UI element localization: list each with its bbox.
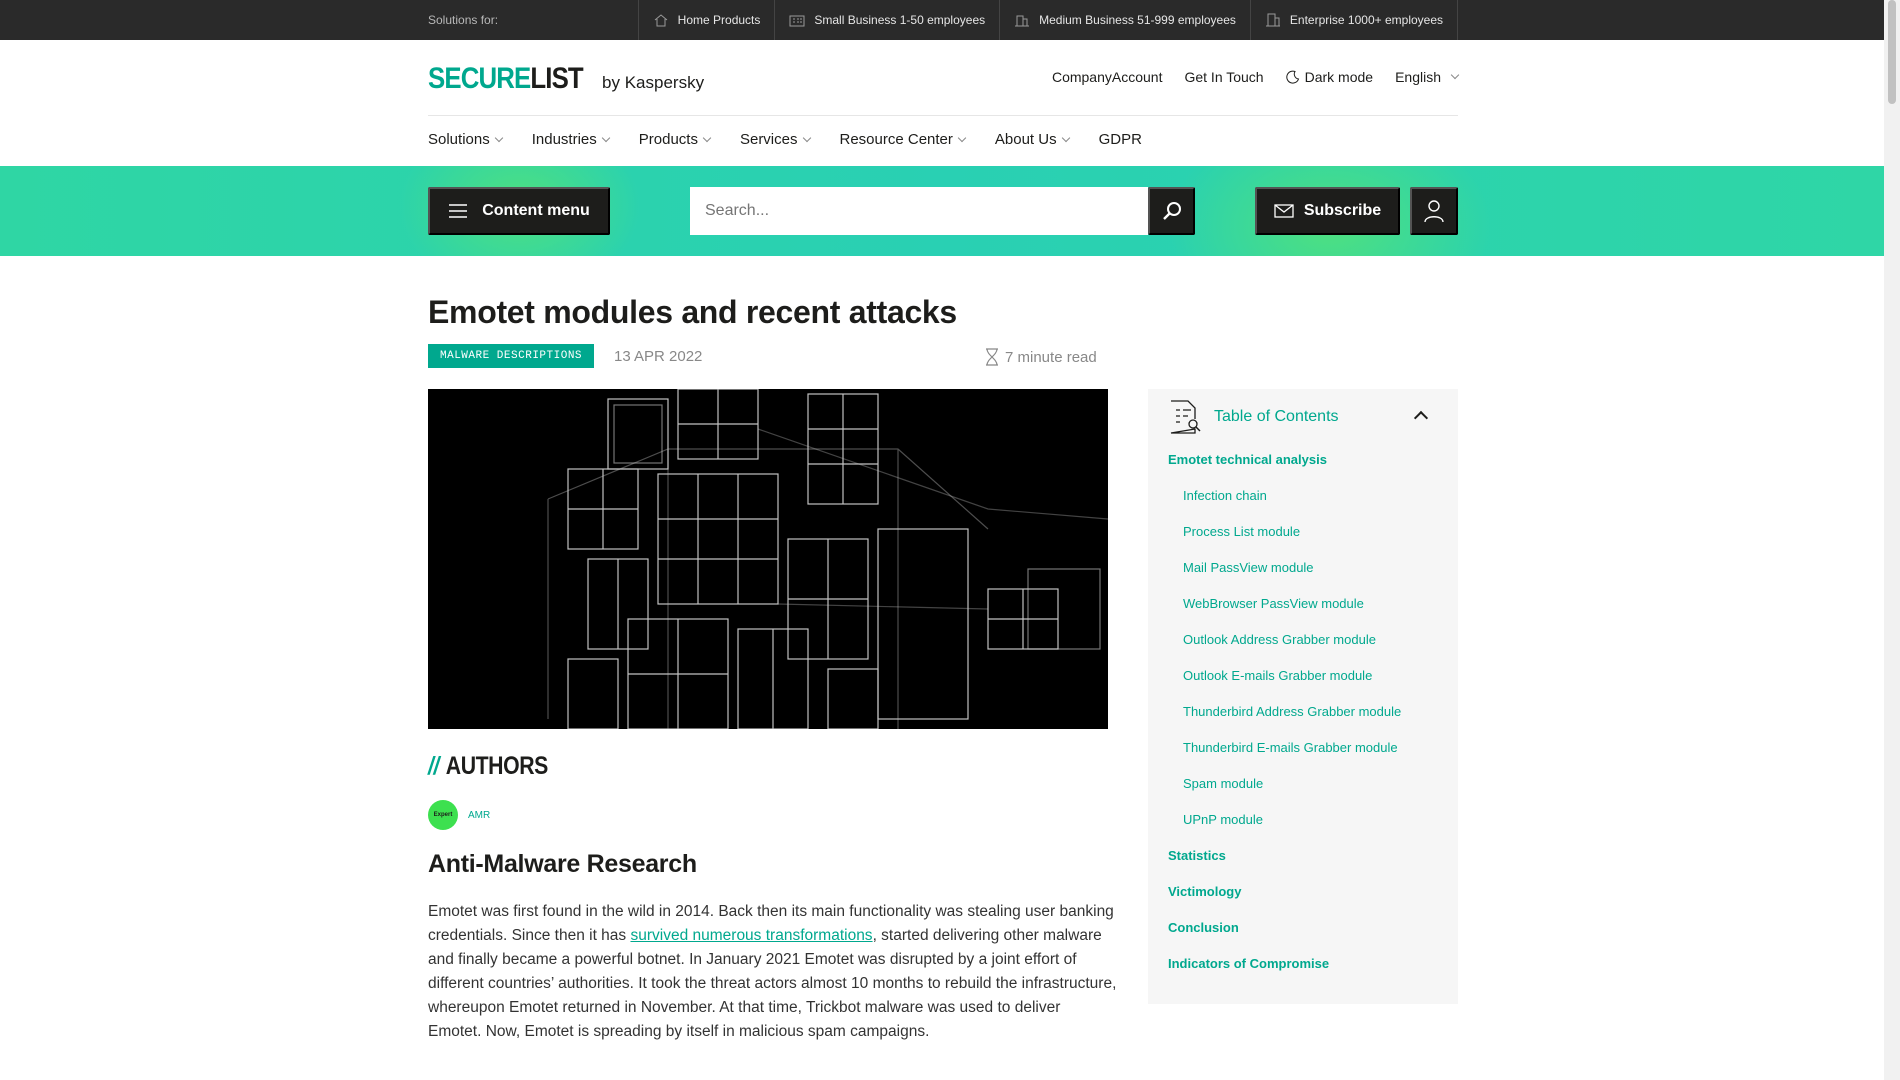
language-label: English <box>1395 69 1441 85</box>
toc-item[interactable]: Infection chain <box>1168 489 1448 525</box>
toc-item[interactable]: Outlook Address Grabber module <box>1168 633 1448 669</box>
publish-date: 13 APR 2022 <box>614 348 703 365</box>
search-icon <box>1162 202 1181 220</box>
article-hero-image <box>428 389 1108 729</box>
read-time-label: 7 minute read <box>1005 348 1097 366</box>
toc-list: Emotet technical analysis Infection chai… <box>1168 453 1448 993</box>
main-nav: Solutions Industries Products Services R… <box>428 131 1142 148</box>
toc-item[interactable]: Outlook E-mails Grabber module <box>1168 669 1448 705</box>
search-button[interactable] <box>1148 187 1195 235</box>
author-link[interactable]: Expert AMR <box>428 800 490 830</box>
toc-title: Table of Contents <box>1214 408 1339 425</box>
toc-item[interactable]: Mail PassView module <box>1168 561 1448 597</box>
slashes-decoration: // <box>428 752 439 780</box>
get-in-touch-link[interactable]: Get In Touch <box>1184 69 1263 85</box>
toc-item[interactable]: Emotet technical analysis <box>1168 453 1448 489</box>
tower-icon <box>1265 13 1280 27</box>
nav-about-us[interactable]: About Us <box>995 131 1070 148</box>
table-of-contents: Table of Contents Emotet technical analy… <box>1148 389 1458 1004</box>
utility-nav: CompanyAccount Get In Touch Dark mode En… <box>1052 69 1460 85</box>
article-title: Emotet modules and recent attacks <box>428 294 957 330</box>
topbar-segment-label: Home Products <box>677 13 761 27</box>
moon-icon <box>1285 70 1299 84</box>
toc-header[interactable]: Table of Contents <box>1168 399 1448 435</box>
chevron-down-icon <box>802 133 811 142</box>
topbar-segment-label: Medium Business 51-999 employees <box>1039 13 1236 27</box>
read-time: 7 minute read <box>985 348 1097 366</box>
chevron-down-icon <box>957 133 967 142</box>
nav-services[interactable]: Services <box>740 131 811 148</box>
page-scrollbar[interactable] <box>1884 0 1900 1080</box>
article-intro-paragraph: Emotet was first found in the wild in 20… <box>428 900 1118 1044</box>
logo-by-kaspersky: by Kaspersky <box>602 73 705 92</box>
header-divider <box>428 115 1458 116</box>
nav-resource-center[interactable]: Resource Center <box>840 131 967 148</box>
transformations-link[interactable]: survived numerous transformations <box>630 927 872 944</box>
topbar-enterprise[interactable]: Enterprise 1000+ employees <box>1249 0 1458 40</box>
scrollbar-thumb[interactable] <box>1888 0 1896 104</box>
dark-mode-toggle[interactable]: Dark mode <box>1285 69 1374 85</box>
toc-item[interactable]: Thunderbird Address Grabber module <box>1168 705 1448 741</box>
hourglass-icon <box>986 348 998 366</box>
content-menu-label: Content menu <box>482 202 590 219</box>
dark-mode-label: Dark mode <box>1304 69 1374 85</box>
authors-heading: // AUTHORS <box>428 752 548 781</box>
authors-label: AUTHORS <box>445 752 549 780</box>
category-tag[interactable]: MALWARE DESCRIPTIONS <box>428 344 595 368</box>
wireframe-building-illustration <box>547 389 1108 729</box>
topbar-small-business[interactable]: Small Business 1-50 employees <box>774 0 999 40</box>
toc-item[interactable]: UPnP module <box>1168 813 1448 849</box>
toc-item[interactable]: Conclusion <box>1168 921 1448 957</box>
chevron-down-icon <box>601 133 611 142</box>
topbar-medium-business[interactable]: Medium Business 51-999 employees <box>999 0 1250 40</box>
topbar-home-products[interactable]: Home Products <box>637 0 775 40</box>
language-select[interactable]: English <box>1395 69 1460 85</box>
toc-item[interactable]: Indicators of Compromise <box>1168 957 1448 993</box>
avatar: Expert <box>428 800 458 830</box>
nav-products[interactable]: Products <box>639 131 712 148</box>
chevron-down-icon <box>702 133 712 142</box>
nav-industries[interactable]: Industries <box>532 131 611 148</box>
chevron-down-icon <box>494 133 503 142</box>
toc-item[interactable]: Statistics <box>1168 849 1448 885</box>
document-search-icon <box>1170 400 1201 434</box>
envelope-icon <box>1274 204 1294 218</box>
author-name: AMR <box>468 809 491 821</box>
chevron-up-icon[interactable] <box>1413 410 1429 426</box>
chevron-down-icon <box>1061 133 1070 142</box>
account-button[interactable] <box>1410 187 1458 235</box>
hamburger-icon <box>449 204 468 218</box>
topbar-segment-label: Enterprise 1000+ employees <box>1289 13 1443 27</box>
topbar-segment-label: Small Business 1-50 employees <box>814 13 986 27</box>
toc-item[interactable]: WebBrowser PassView module <box>1168 597 1448 633</box>
solutions-for-label: Solutions for: <box>428 13 499 27</box>
content-menu-button[interactable]: Content menu <box>428 187 610 235</box>
company-account-link[interactable]: CompanyAccount <box>1052 69 1163 85</box>
toc-item[interactable]: Process List module <box>1168 525 1448 561</box>
logo-wordmark: SECURELIST <box>428 62 584 95</box>
subscribe-label: Subscribe <box>1303 202 1382 219</box>
solutions-bar: Solutions for: Home Products Small Busin… <box>0 0 1884 40</box>
house-icon <box>654 14 667 27</box>
building-icon <box>1015 15 1030 27</box>
chevron-down-icon <box>1450 70 1460 80</box>
securelist-logo[interactable]: SECURELIST by Kaspersky <box>428 62 704 96</box>
small-office-icon <box>789 15 805 27</box>
search-input[interactable] <box>690 187 1148 235</box>
subscribe-button[interactable]: Subscribe <box>1255 187 1400 235</box>
nav-gdpr[interactable]: GDPR <box>1099 131 1142 148</box>
toc-item[interactable]: Victimology <box>1168 885 1448 921</box>
toc-item[interactable]: Spam module <box>1168 777 1448 813</box>
nav-solutions[interactable]: Solutions <box>428 131 503 148</box>
toc-item[interactable]: Thunderbird E-mails Grabber module <box>1168 741 1448 777</box>
user-icon <box>1424 200 1444 223</box>
author-team-heading: Anti-Malware Research <box>428 850 697 878</box>
